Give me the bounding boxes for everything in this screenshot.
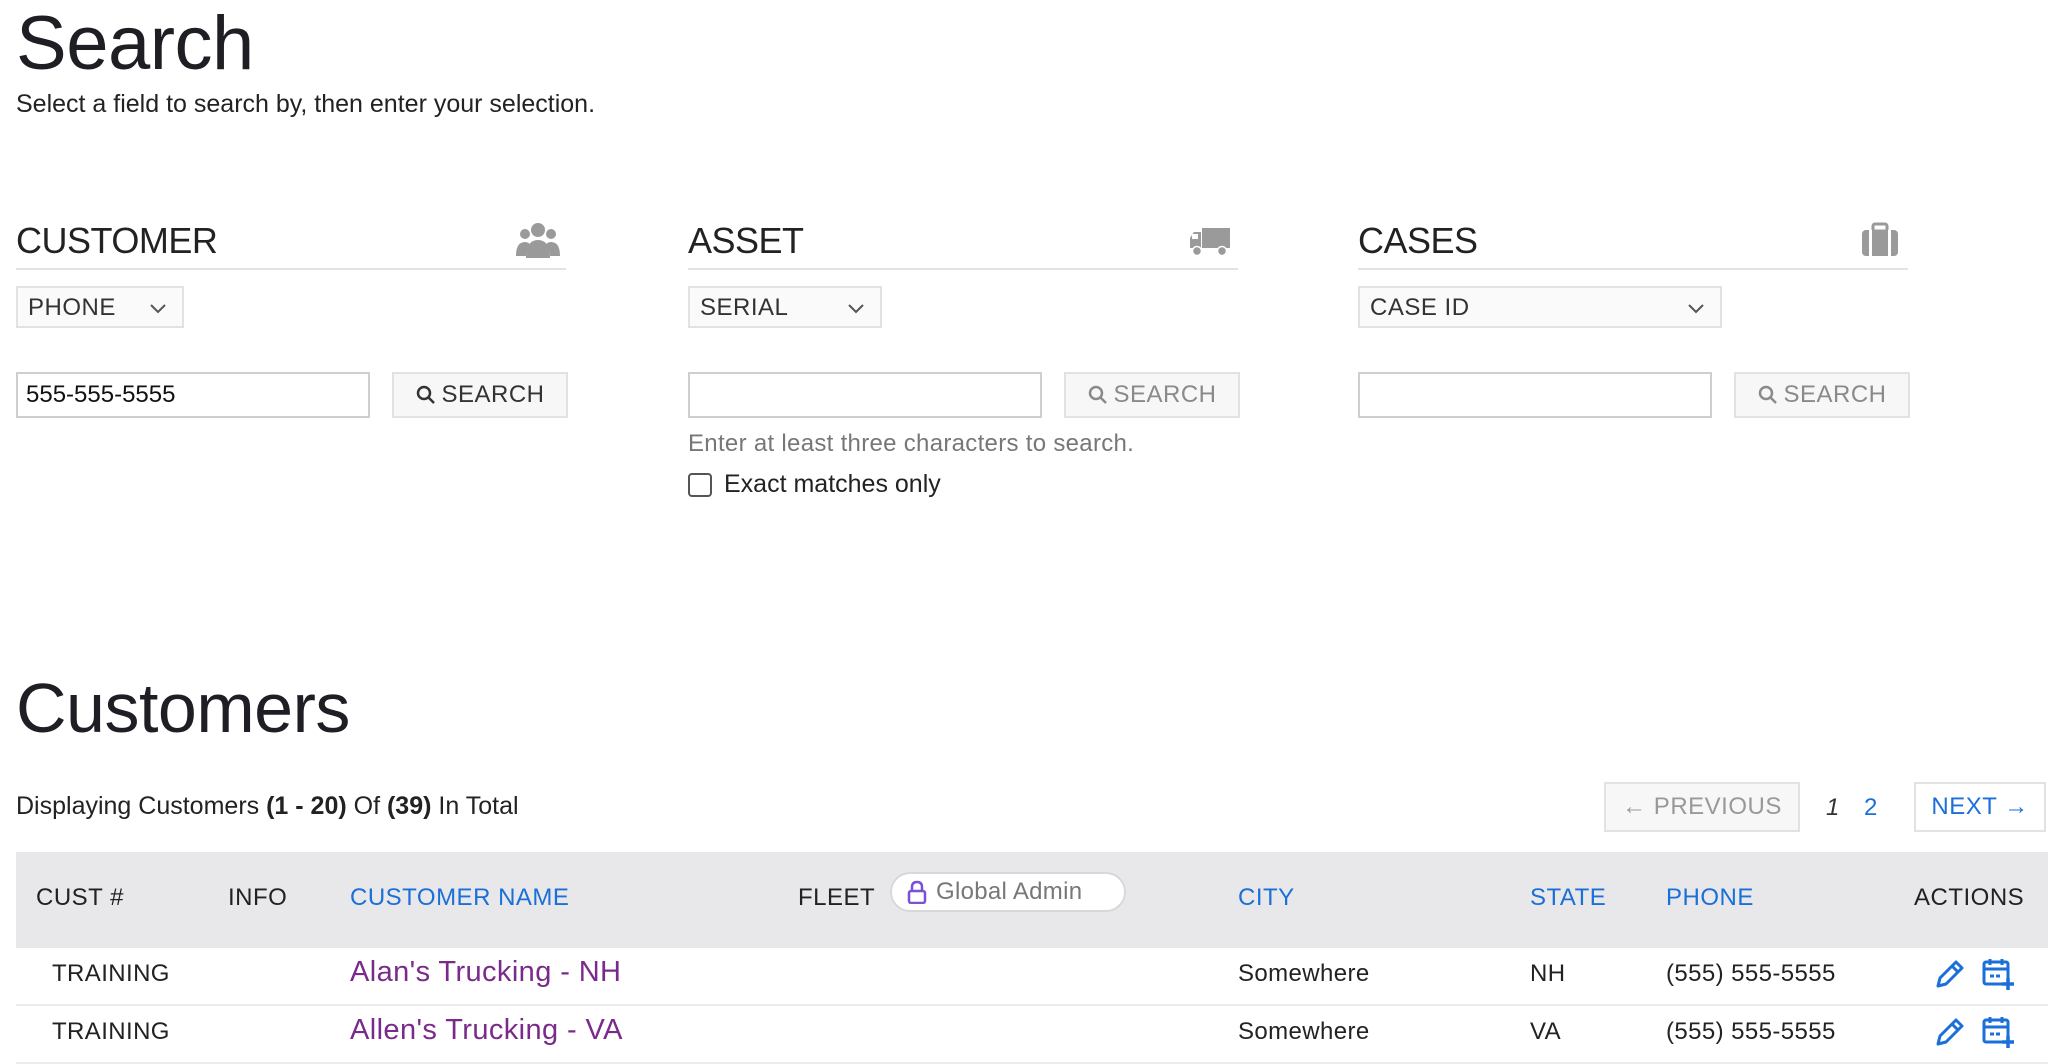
- cell-phone: (555) 555-5555: [1666, 1018, 1836, 1045]
- customer-panel-header: CUSTOMER: [16, 212, 566, 270]
- global-admin-badge: Global Admin: [890, 872, 1126, 912]
- asset-search-button[interactable]: SEARCH: [1064, 372, 1240, 418]
- asset-search-input[interactable]: [688, 372, 1042, 418]
- next-page-button[interactable]: NEXT →: [1914, 782, 2046, 832]
- asset-panel-header: ASSET: [688, 212, 1238, 270]
- search-icon: [1759, 385, 1778, 404]
- previous-page-button[interactable]: ← PREVIOUS: [1604, 782, 1800, 832]
- customer-search-button-label: SEARCH: [441, 381, 545, 408]
- asset-field-select[interactable]: SERIAL: [688, 286, 882, 328]
- customer-search-input[interactable]: [16, 372, 370, 418]
- cell-state: VA: [1530, 1018, 1562, 1045]
- asset-search-panel: ASSET SERIAL SEARCH Enter at least three…: [688, 212, 1240, 498]
- col-phone-sort[interactable]: PHONE: [1666, 884, 1754, 912]
- customer-field-select[interactable]: PHONE: [16, 286, 184, 328]
- chevron-down-icon: [1688, 304, 1704, 314]
- cell-city: Somewhere: [1238, 1018, 1370, 1045]
- search-icon: [1089, 385, 1108, 404]
- exact-matches-label: Exact matches only: [724, 470, 941, 498]
- asset-search-button-label: SEARCH: [1113, 381, 1217, 408]
- edit-pencil-icon[interactable]: [1932, 1014, 1968, 1050]
- truck-icon: [1190, 228, 1230, 257]
- cases-panel-title: CASES: [1358, 220, 1478, 261]
- customer-select-value: PHONE: [28, 294, 116, 321]
- cases-search-button[interactable]: SEARCH: [1734, 372, 1910, 418]
- cases-search-input[interactable]: [1358, 372, 1712, 418]
- edit-pencil-icon[interactable]: [1932, 956, 1968, 992]
- users-icon: [516, 223, 560, 258]
- asset-select-value: SERIAL: [700, 294, 789, 321]
- table-header: CUST # INFO CUSTOMER NAME FLEET Global A…: [16, 852, 2048, 948]
- asset-search-hint: Enter at least three characters to searc…: [688, 430, 1135, 457]
- display-count-text: Displaying Customers (1 - 20) Of (39) In…: [16, 792, 519, 821]
- asset-panel-title: ASSET: [688, 220, 804, 261]
- display-prefix: Displaying Customers: [16, 792, 267, 820]
- cases-field-select[interactable]: CASE ID: [1358, 286, 1722, 328]
- cell-phone: (555) 555-5555: [1666, 960, 1836, 987]
- search-title: Search: [16, 1, 254, 86]
- customers-title: Customers: [16, 669, 350, 747]
- lock-icon: [907, 880, 927, 904]
- chevron-down-icon: [848, 304, 864, 314]
- table-row: TRAINING Allen's Trucking - VA Somewhere…: [16, 1006, 2048, 1064]
- cell-state: NH: [1530, 960, 1566, 987]
- global-admin-label: Global Admin: [936, 878, 1083, 905]
- display-range: (1 - 20): [266, 792, 347, 820]
- col-info: INFO: [228, 884, 288, 911]
- cases-search-panel: CASES CASE ID SEARCH: [1358, 212, 1910, 418]
- customer-search-panel: CUSTOMER PHONE SEARCH: [16, 212, 568, 418]
- exact-matches-checkbox[interactable]: [688, 472, 712, 497]
- cell-city: Somewhere: [1238, 960, 1370, 987]
- cases-search-button-label: SEARCH: [1783, 381, 1887, 408]
- display-total: (39): [386, 792, 432, 820]
- exact-matches-checkbox-row[interactable]: Exact matches only: [688, 470, 941, 499]
- col-actions: ACTIONS: [1914, 884, 2025, 911]
- cases-select-value: CASE ID: [1370, 294, 1470, 321]
- search-icon: [417, 385, 436, 404]
- display-suffix: In Total: [431, 792, 519, 820]
- page-1-current: 1: [1826, 794, 1840, 821]
- table-row: TRAINING Alan's Trucking - NH Somewhere …: [16, 948, 2048, 1006]
- customer-panel-title: CUSTOMER: [16, 220, 218, 261]
- col-customer-name-sort[interactable]: CUSTOMER NAME: [350, 884, 569, 912]
- briefcase-icon: [1862, 222, 1898, 256]
- col-fleet: FLEET: [798, 884, 876, 911]
- page-2-link[interactable]: 2: [1864, 794, 1877, 822]
- col-cust-number: CUST #: [36, 884, 124, 911]
- add-case-icon[interactable]: [1980, 956, 2016, 992]
- customer-search-button[interactable]: SEARCH: [392, 372, 568, 418]
- cell-customer-name-link[interactable]: Alan's Trucking - NH: [350, 956, 621, 989]
- display-mid: Of: [346, 792, 387, 820]
- search-subtitle: Select a field to search by, then enter …: [16, 90, 596, 118]
- chevron-down-icon: [150, 304, 166, 314]
- col-city-sort[interactable]: CITY: [1238, 884, 1295, 912]
- cell-cust-number: TRAINING: [52, 960, 170, 987]
- cell-customer-name-link[interactable]: Allen's Trucking - VA: [350, 1014, 623, 1047]
- cases-panel-header: CASES: [1358, 212, 1908, 270]
- cell-cust-number: TRAINING: [52, 1018, 170, 1045]
- col-state-sort[interactable]: STATE: [1530, 884, 1606, 912]
- add-case-icon[interactable]: [1980, 1014, 2016, 1050]
